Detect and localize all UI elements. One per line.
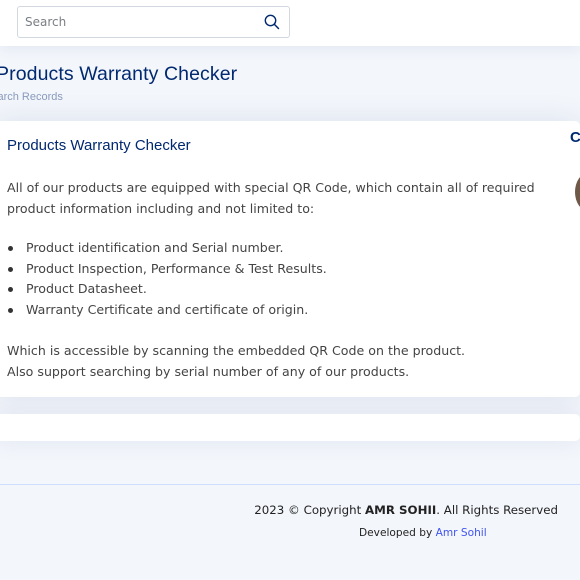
intro-paragraph: All of our products are equipped with sp… bbox=[7, 180, 535, 216]
page-title-block: Products Warranty Checker bbox=[0, 63, 237, 86]
developer-link[interactable]: Amr Sohil bbox=[436, 527, 487, 539]
side-card-title: C bbox=[570, 129, 580, 146]
list-item: Product Datasheet. bbox=[7, 279, 567, 300]
copyright-prefix: 2023 © Copyright bbox=[254, 503, 362, 517]
warranty-info-card: Products Warranty Checker All of our pro… bbox=[0, 121, 580, 397]
search-input[interactable] bbox=[18, 7, 258, 37]
credits-text: Developed by Amr Sohil bbox=[359, 527, 487, 539]
copyright-text: 2023 © Copyright AMR SOHII. All Rights R… bbox=[254, 503, 558, 517]
page-title: Products Warranty Checker bbox=[0, 63, 238, 85]
list-item: Product identification and Serial number… bbox=[7, 238, 567, 259]
search-icon-glyph bbox=[264, 14, 280, 30]
developed-by-label: Developed by bbox=[359, 527, 433, 539]
feature-list: Product identification and Serial number… bbox=[7, 238, 567, 320]
list-item: Warranty Certificate and certificate of … bbox=[7, 300, 567, 321]
search-icon[interactable] bbox=[263, 13, 281, 31]
closing-line-1: Which is accessible by scanning the embe… bbox=[7, 343, 466, 358]
top-header bbox=[0, 0, 580, 46]
search-bar bbox=[17, 6, 290, 38]
list-item: Product Inspection, Performance & Test R… bbox=[7, 259, 567, 280]
closing-line-2: Also support searching by serial number … bbox=[7, 364, 410, 379]
closing-paragraph: Which is accessible by scanning the embe… bbox=[7, 340, 567, 382]
copyright-owner: AMR SOHII bbox=[365, 503, 437, 517]
copyright-suffix: . All Rights Reserved bbox=[436, 503, 558, 517]
footer: 2023 © Copyright AMR SOHII. All Rights R… bbox=[0, 484, 580, 580]
breadcrumb-item-search-records[interactable]: Search Records bbox=[0, 91, 63, 103]
secondary-card bbox=[0, 414, 580, 441]
breadcrumb: Search Records bbox=[0, 91, 63, 103]
card-title: Products Warranty Checker bbox=[7, 137, 191, 154]
